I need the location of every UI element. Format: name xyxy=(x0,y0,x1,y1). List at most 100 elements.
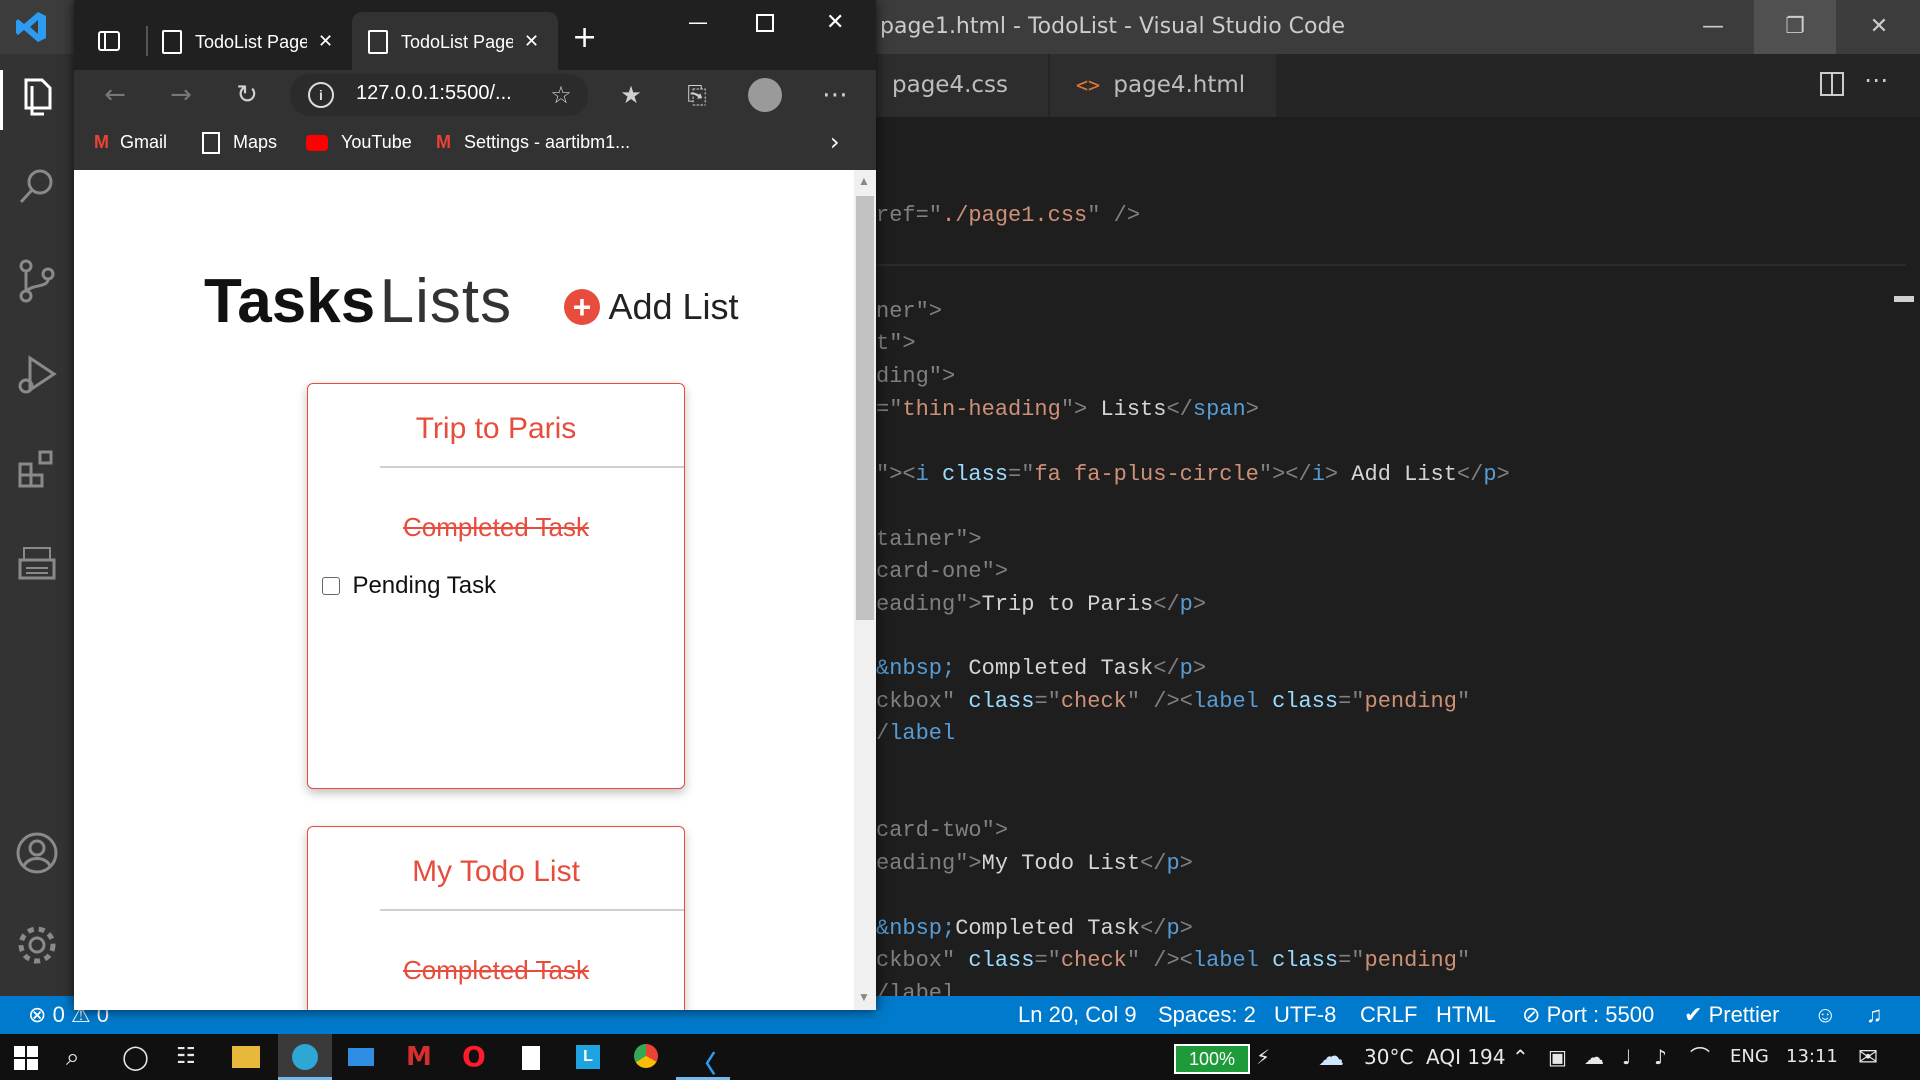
language-mode[interactable]: HTML xyxy=(1436,996,1496,1034)
tab-actions-icon[interactable] xyxy=(96,28,122,54)
html-file-icon: <> xyxy=(1076,73,1101,97)
tab-page4-css[interactable]: page4.css xyxy=(876,54,1048,117)
code-token: My Todo List xyxy=(981,851,1141,876)
chrome-icon[interactable] xyxy=(634,1044,658,1068)
code-line[interactable]: ref="./page1.css" /> xyxy=(876,200,1140,232)
browser-maximize-button[interactable] xyxy=(756,14,774,32)
code-line[interactable]: ckbox" class="check" /><label class="pen… xyxy=(876,945,1470,977)
bookmark-gmail[interactable]: M Gmail xyxy=(94,124,167,160)
settings-more-icon[interactable]: ⋯ xyxy=(814,74,856,116)
tab-page4-html[interactable]: <> page4.html xyxy=(1050,54,1276,117)
extensions-icon[interactable] xyxy=(12,444,62,494)
browser-close-button[interactable]: ✕ xyxy=(826,10,844,35)
source-control-icon[interactable] xyxy=(12,256,62,306)
bookmark-youtube[interactable]: YouTube xyxy=(306,124,412,160)
microphone-icon[interactable]: ♩ xyxy=(1622,1034,1631,1080)
code-line[interactable]: "><i class="fa fa-plus-circle"></i> Add … xyxy=(876,459,1510,491)
code-line[interactable]: tainer"> xyxy=(876,524,982,556)
run-debug-icon[interactable] xyxy=(12,350,62,400)
scroll-down-arrow-icon[interactable]: ▼ xyxy=(858,990,870,1004)
favorites-icon[interactable]: ★ xyxy=(610,74,652,116)
code-token: t"> xyxy=(876,331,916,356)
explorer-icon[interactable] xyxy=(12,72,62,122)
file-explorer-icon[interactable] xyxy=(232,1046,260,1068)
scroll-up-arrow-icon[interactable]: ▲ xyxy=(858,174,870,188)
browser-minimize-button[interactable]: — xyxy=(688,10,708,34)
refresh-icon[interactable]: ↻ xyxy=(226,74,268,116)
code-line[interactable]: eading">My Todo List</p> xyxy=(876,848,1193,880)
minimize-button[interactable]: — xyxy=(1672,0,1754,54)
code-line[interactable]: &nbsp;Completed Task</p> xyxy=(876,913,1193,945)
add-favorite-icon[interactable]: ☆ xyxy=(540,74,582,116)
profile-avatar-icon[interactable] xyxy=(748,78,782,112)
notepad-icon[interactable] xyxy=(522,1046,540,1070)
feedback-icon[interactable]: ☺ xyxy=(1814,996,1836,1034)
taskbar-search-icon[interactable]: ⌕ xyxy=(66,1034,79,1080)
bookmark-settings[interactable]: M Settings - aartibm1... xyxy=(436,124,630,160)
windows-start-icon[interactable] xyxy=(14,1046,38,1070)
code-line[interactable]: ner"> xyxy=(876,296,942,328)
code-line[interactable]: /label xyxy=(876,718,955,750)
code-line[interactable]: card-two"> xyxy=(876,815,1008,847)
new-tab-button[interactable]: + xyxy=(572,20,597,55)
forward-arrow-icon[interactable]: → xyxy=(160,74,202,116)
settings-gear-icon[interactable] xyxy=(12,920,62,970)
pending-task-label[interactable]: Pending Task xyxy=(352,572,496,599)
account-icon[interactable] xyxy=(12,828,62,878)
wifi-icon[interactable]: ⌒ xyxy=(1690,1034,1710,1080)
browser-tab-1[interactable]: TodoList Page ✕ xyxy=(146,12,356,70)
split-editor-icon[interactable] xyxy=(1818,70,1846,98)
action-center-icon[interactable]: ✉ xyxy=(1858,1034,1878,1080)
restore-button[interactable]: ❐ xyxy=(1754,0,1836,54)
volume-icon[interactable]: ♪ xyxy=(1654,1034,1667,1080)
encoding[interactable]: UTF-8 xyxy=(1274,996,1336,1034)
more-actions-icon[interactable]: ⋯ xyxy=(1864,66,1888,94)
code-line[interactable]: ckbox" class="check" /><label class="pen… xyxy=(876,686,1470,718)
plus-circle-icon: + xyxy=(564,289,600,325)
prettier-status[interactable]: ✔ Prettier xyxy=(1684,996,1779,1034)
tab-close-icon[interactable]: ✕ xyxy=(318,31,333,51)
onedrive-error-icon[interactable]: ☁ xyxy=(1584,1034,1604,1080)
bookmark-maps[interactable]: Maps xyxy=(202,124,277,160)
cursor-position[interactable]: Ln 20, Col 9 xyxy=(1018,996,1137,1034)
code-line[interactable]: card-one"> xyxy=(876,556,1008,588)
add-list-button[interactable]: + Add List xyxy=(564,286,739,328)
code-token: " xyxy=(1456,948,1471,973)
mcafee-icon[interactable]: M xyxy=(406,1034,432,1080)
line-endings[interactable]: CRLF xyxy=(1360,996,1417,1034)
input-language[interactable]: ENG xyxy=(1730,1034,1769,1080)
code-line[interactable]: ding"> xyxy=(876,361,955,393)
minimap-slider[interactable] xyxy=(1894,296,1914,302)
more-bookmarks-chevron-icon[interactable]: › xyxy=(830,124,840,160)
scrollbar-thumb[interactable] xyxy=(856,196,874,620)
tab-close-icon[interactable]: ✕ xyxy=(524,31,539,51)
weather-cloud-icon[interactable]: ☁ xyxy=(1318,1034,1344,1080)
close-button[interactable]: ✕ xyxy=(1838,0,1920,54)
code-line[interactable]: t"> xyxy=(876,328,916,360)
search-icon[interactable] xyxy=(12,162,62,212)
show-hidden-icons-chevron-icon[interactable]: ⌃ xyxy=(1512,1034,1529,1080)
live-server-port[interactable]: ⊘ Port : 5500 xyxy=(1522,996,1654,1034)
browser-tab-2-active[interactable]: TodoList Page ✕ xyxy=(352,12,558,70)
battery-indicator[interactable]: 100% xyxy=(1174,1044,1250,1074)
l-app-icon[interactable]: L xyxy=(576,1045,600,1069)
remote-explorer-icon[interactable] xyxy=(12,538,62,588)
collections-icon[interactable]: ⎘ xyxy=(676,74,718,116)
clock-time[interactable]: 13:11 xyxy=(1786,1034,1838,1080)
code-line[interactable]: &nbsp; Completed Task</p> xyxy=(876,653,1206,685)
cortana-icon[interactable]: ◯ xyxy=(122,1034,149,1080)
code-line[interactable]: ="thin-heading"> Lists</span> xyxy=(876,394,1259,426)
device-icon[interactable]: ▣ xyxy=(1548,1034,1567,1080)
air-quality[interactable]: AQI 194 xyxy=(1426,1034,1506,1080)
weather-temperature[interactable]: 30°C xyxy=(1364,1034,1413,1080)
site-info-icon[interactable]: i xyxy=(308,82,334,108)
task-view-icon[interactable]: ☷ xyxy=(176,1034,196,1080)
code-line[interactable]: eading">Trip to Paris</p> xyxy=(876,589,1206,621)
notifications-bell-icon[interactable]: ♫ xyxy=(1866,996,1883,1034)
indentation[interactable]: Spaces: 2 xyxy=(1158,996,1256,1034)
opera-icon[interactable]: O xyxy=(462,1034,486,1080)
mail-icon[interactable] xyxy=(348,1048,374,1066)
url-text[interactable]: 127.0.0.1:5500/... xyxy=(356,82,512,105)
back-arrow-icon[interactable]: ← xyxy=(94,74,136,116)
task-checkbox[interactable] xyxy=(322,577,340,595)
